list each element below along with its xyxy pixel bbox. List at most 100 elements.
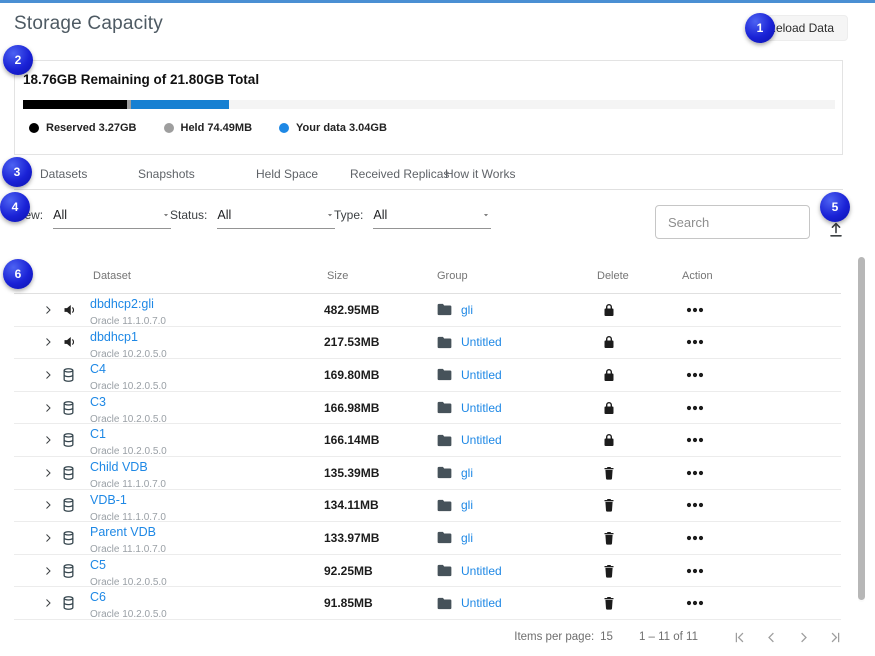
dataset-size: 166.98MB: [324, 401, 379, 415]
lock-icon[interactable]: [603, 367, 617, 382]
row-actions-button[interactable]: [686, 437, 704, 443]
trash-icon[interactable]: [603, 530, 617, 545]
lock-icon[interactable]: [603, 433, 617, 448]
lock-icon[interactable]: [603, 400, 617, 415]
table-row: C3 Oracle 10.2.0.5.0 166.98MB Untitled: [14, 392, 841, 425]
view-filter: View: All: [14, 208, 171, 229]
dataset-name-link[interactable]: Child VDB: [90, 461, 166, 474]
group-link[interactable]: Untitled: [461, 596, 502, 610]
tab-snapshots[interactable]: Snapshots: [138, 167, 195, 181]
tab-how-it-works[interactable]: How it Works: [445, 167, 515, 181]
database-icon: [62, 530, 77, 545]
row-actions-button[interactable]: [686, 470, 704, 476]
capacity-bar: [23, 100, 835, 109]
expand-row-chevron-icon[interactable]: [42, 565, 54, 577]
trash-icon[interactable]: [603, 465, 617, 480]
group-link[interactable]: Untitled: [461, 401, 502, 415]
row-actions-button[interactable]: [686, 600, 704, 606]
trash-icon[interactable]: [603, 498, 617, 513]
dataset-name-link[interactable]: C4: [90, 363, 167, 376]
dataset-name-link[interactable]: Parent VDB: [90, 526, 166, 539]
column-header-delete: Delete: [597, 270, 629, 282]
group-link[interactable]: gli: [461, 466, 473, 480]
group-link[interactable]: gli: [461, 303, 473, 317]
status-filter-value: All: [217, 208, 231, 222]
trash-icon[interactable]: [603, 563, 617, 578]
expand-row-chevron-icon[interactable]: [42, 402, 54, 414]
search-container: [655, 205, 810, 239]
row-actions-button[interactable]: [686, 502, 704, 508]
type-filter-value: All: [373, 208, 387, 222]
first-page-icon[interactable]: [732, 630, 747, 645]
dataset-cell: Parent VDB Oracle 11.1.0.7.0: [90, 526, 166, 557]
table-scrollbar[interactable]: [858, 257, 865, 602]
group-link[interactable]: Untitled: [461, 433, 502, 447]
dataset-version: Oracle 11.1.0.7.0: [90, 544, 166, 555]
dataset-version: Oracle 11.1.0.7.0: [90, 479, 166, 490]
dataset-name-link[interactable]: C3: [90, 396, 167, 409]
expand-row-chevron-icon[interactable]: [42, 304, 54, 316]
group-cell: gli: [437, 531, 473, 545]
row-actions-button[interactable]: [686, 405, 704, 411]
status-filter-select[interactable]: All: [217, 208, 335, 229]
search-input[interactable]: [655, 205, 810, 239]
database-icon: [62, 433, 77, 448]
items-per-page-value[interactable]: 15: [600, 631, 613, 643]
dataset-name-link[interactable]: C5: [90, 559, 167, 572]
group-cell: Untitled: [437, 564, 502, 578]
next-page-icon[interactable]: [796, 630, 811, 645]
dataset-name-link[interactable]: VDB-1: [90, 494, 166, 507]
folder-icon: [437, 499, 452, 512]
lock-icon[interactable]: [603, 302, 617, 317]
group-cell: Untitled: [437, 368, 502, 382]
dataset-cell: C1 Oracle 10.2.0.5.0: [90, 428, 167, 459]
trash-icon[interactable]: [603, 596, 617, 611]
dataset-name-link[interactable]: C1: [90, 428, 167, 441]
row-actions-button[interactable]: [686, 568, 704, 574]
expand-row-chevron-icon[interactable]: [42, 467, 54, 479]
group-link[interactable]: Untitled: [461, 564, 502, 578]
group-link[interactable]: gli: [461, 498, 473, 512]
tab-datasets[interactable]: Datasets: [40, 167, 87, 181]
lock-icon[interactable]: [603, 335, 617, 350]
type-filter-select[interactable]: All: [373, 208, 491, 229]
group-link[interactable]: Untitled: [461, 368, 502, 382]
dataset-cell: C4 Oracle 10.2.0.5.0: [90, 363, 167, 394]
database-icon: [62, 367, 77, 382]
view-filter-select[interactable]: All: [53, 208, 171, 229]
row-actions-button[interactable]: [686, 307, 704, 313]
tab-held-space[interactable]: Held Space: [256, 167, 318, 181]
group-cell: Untitled: [437, 433, 502, 447]
database-icon: [62, 400, 77, 415]
callout-4: 4: [0, 192, 30, 222]
legend-label: Held 74.49MB: [181, 122, 253, 134]
callout-3: 3: [2, 157, 32, 187]
row-actions-button[interactable]: [686, 535, 704, 541]
dataset-name-link[interactable]: dbdhcp2:gli: [90, 298, 166, 311]
previous-page-icon[interactable]: [764, 630, 779, 645]
group-link[interactable]: gli: [461, 531, 473, 545]
folder-icon: [437, 466, 452, 479]
dataset-name-link[interactable]: dbdhcp1: [90, 331, 167, 344]
folder-icon: [437, 368, 452, 381]
callout-2: 2: [3, 45, 33, 75]
dataset-name-link[interactable]: C6: [90, 591, 167, 604]
scrollbar-thumb[interactable]: [858, 257, 865, 600]
dataset-version: Oracle 11.1.0.7.0: [90, 316, 166, 327]
export-upload-icon[interactable]: [826, 219, 846, 239]
held-dot-icon: [164, 123, 174, 133]
expand-row-chevron-icon[interactable]: [42, 532, 54, 544]
table-row: C4 Oracle 10.2.0.5.0 169.80MB Untitled: [14, 359, 841, 392]
dataset-version: Oracle 10.2.0.5.0: [90, 381, 167, 392]
row-actions-button[interactable]: [686, 339, 704, 345]
last-page-icon[interactable]: [828, 630, 843, 645]
group-link[interactable]: Untitled: [461, 335, 502, 349]
expand-row-chevron-icon[interactable]: [42, 597, 54, 609]
expand-row-chevron-icon[interactable]: [42, 434, 54, 446]
expand-row-chevron-icon[interactable]: [42, 369, 54, 381]
group-cell: Untitled: [437, 401, 502, 415]
expand-row-chevron-icon[interactable]: [42, 499, 54, 511]
tab-received-replicas[interactable]: Received Replicas: [350, 167, 449, 181]
expand-row-chevron-icon[interactable]: [42, 336, 54, 348]
row-actions-button[interactable]: [686, 372, 704, 378]
